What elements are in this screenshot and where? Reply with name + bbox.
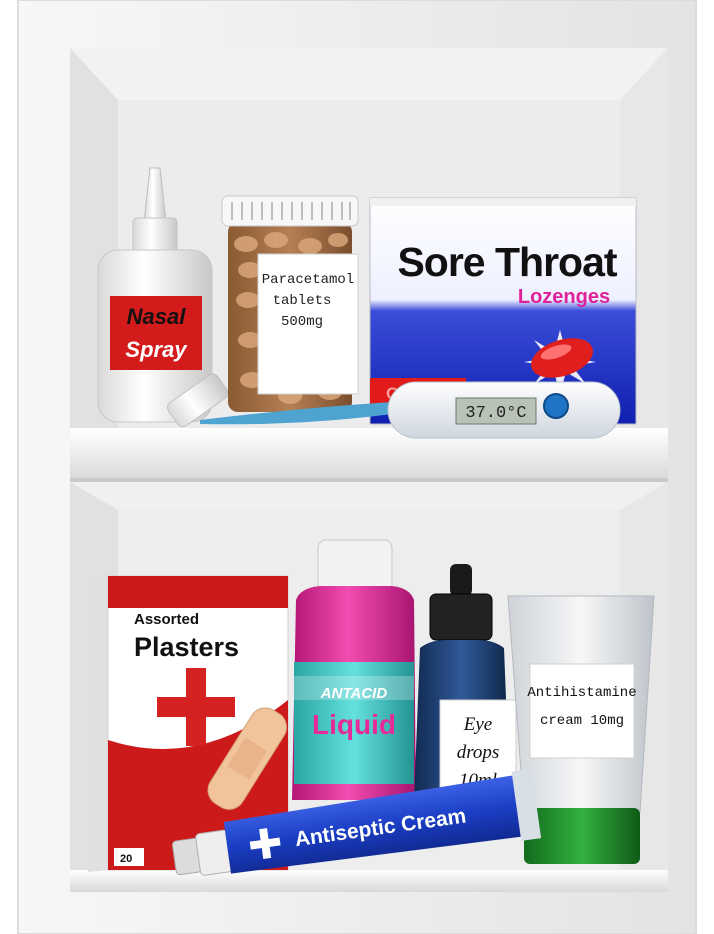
bottom-shelf (70, 870, 668, 892)
paracetamol-pill-bottle: Paracetamol tablets 500mg (221, 195, 359, 412)
eye-drops-text-1: Eye (463, 714, 492, 735)
eye-drops-text-2: drops (457, 742, 500, 763)
nasal-spray-text-2: Spray (125, 337, 188, 362)
lozenges-subtitle: Lozenges (518, 286, 610, 308)
nasal-spray-text-1: Nasal (127, 304, 187, 329)
lozenges-title: Sore Throat (397, 239, 617, 285)
antacid-text-2: Liquid (312, 709, 396, 740)
paracetamol-text-3: 500mg (281, 314, 323, 330)
antihistamine-label (529, 663, 635, 759)
plasters-count: 20 (120, 853, 132, 865)
thermometer-button-icon (543, 393, 569, 419)
antacid-text-1: ANTACID (320, 685, 388, 702)
plasters-small-text: Assorted (134, 611, 199, 628)
thermometer-reading: 37.0°C (465, 404, 526, 423)
antihistamine-text-1: Antihistamine (527, 685, 636, 701)
paracetamol-text-2: tablets (273, 293, 332, 309)
medicine-cabinet-illustration: Nasal Spray Paracetamol tablets 500mg So… (17, 0, 697, 934)
paracetamol-text-1: Paracetamol (262, 272, 354, 288)
antihistamine-text-2: cream 10mg (540, 713, 624, 729)
plasters-title: Plasters (134, 632, 239, 662)
